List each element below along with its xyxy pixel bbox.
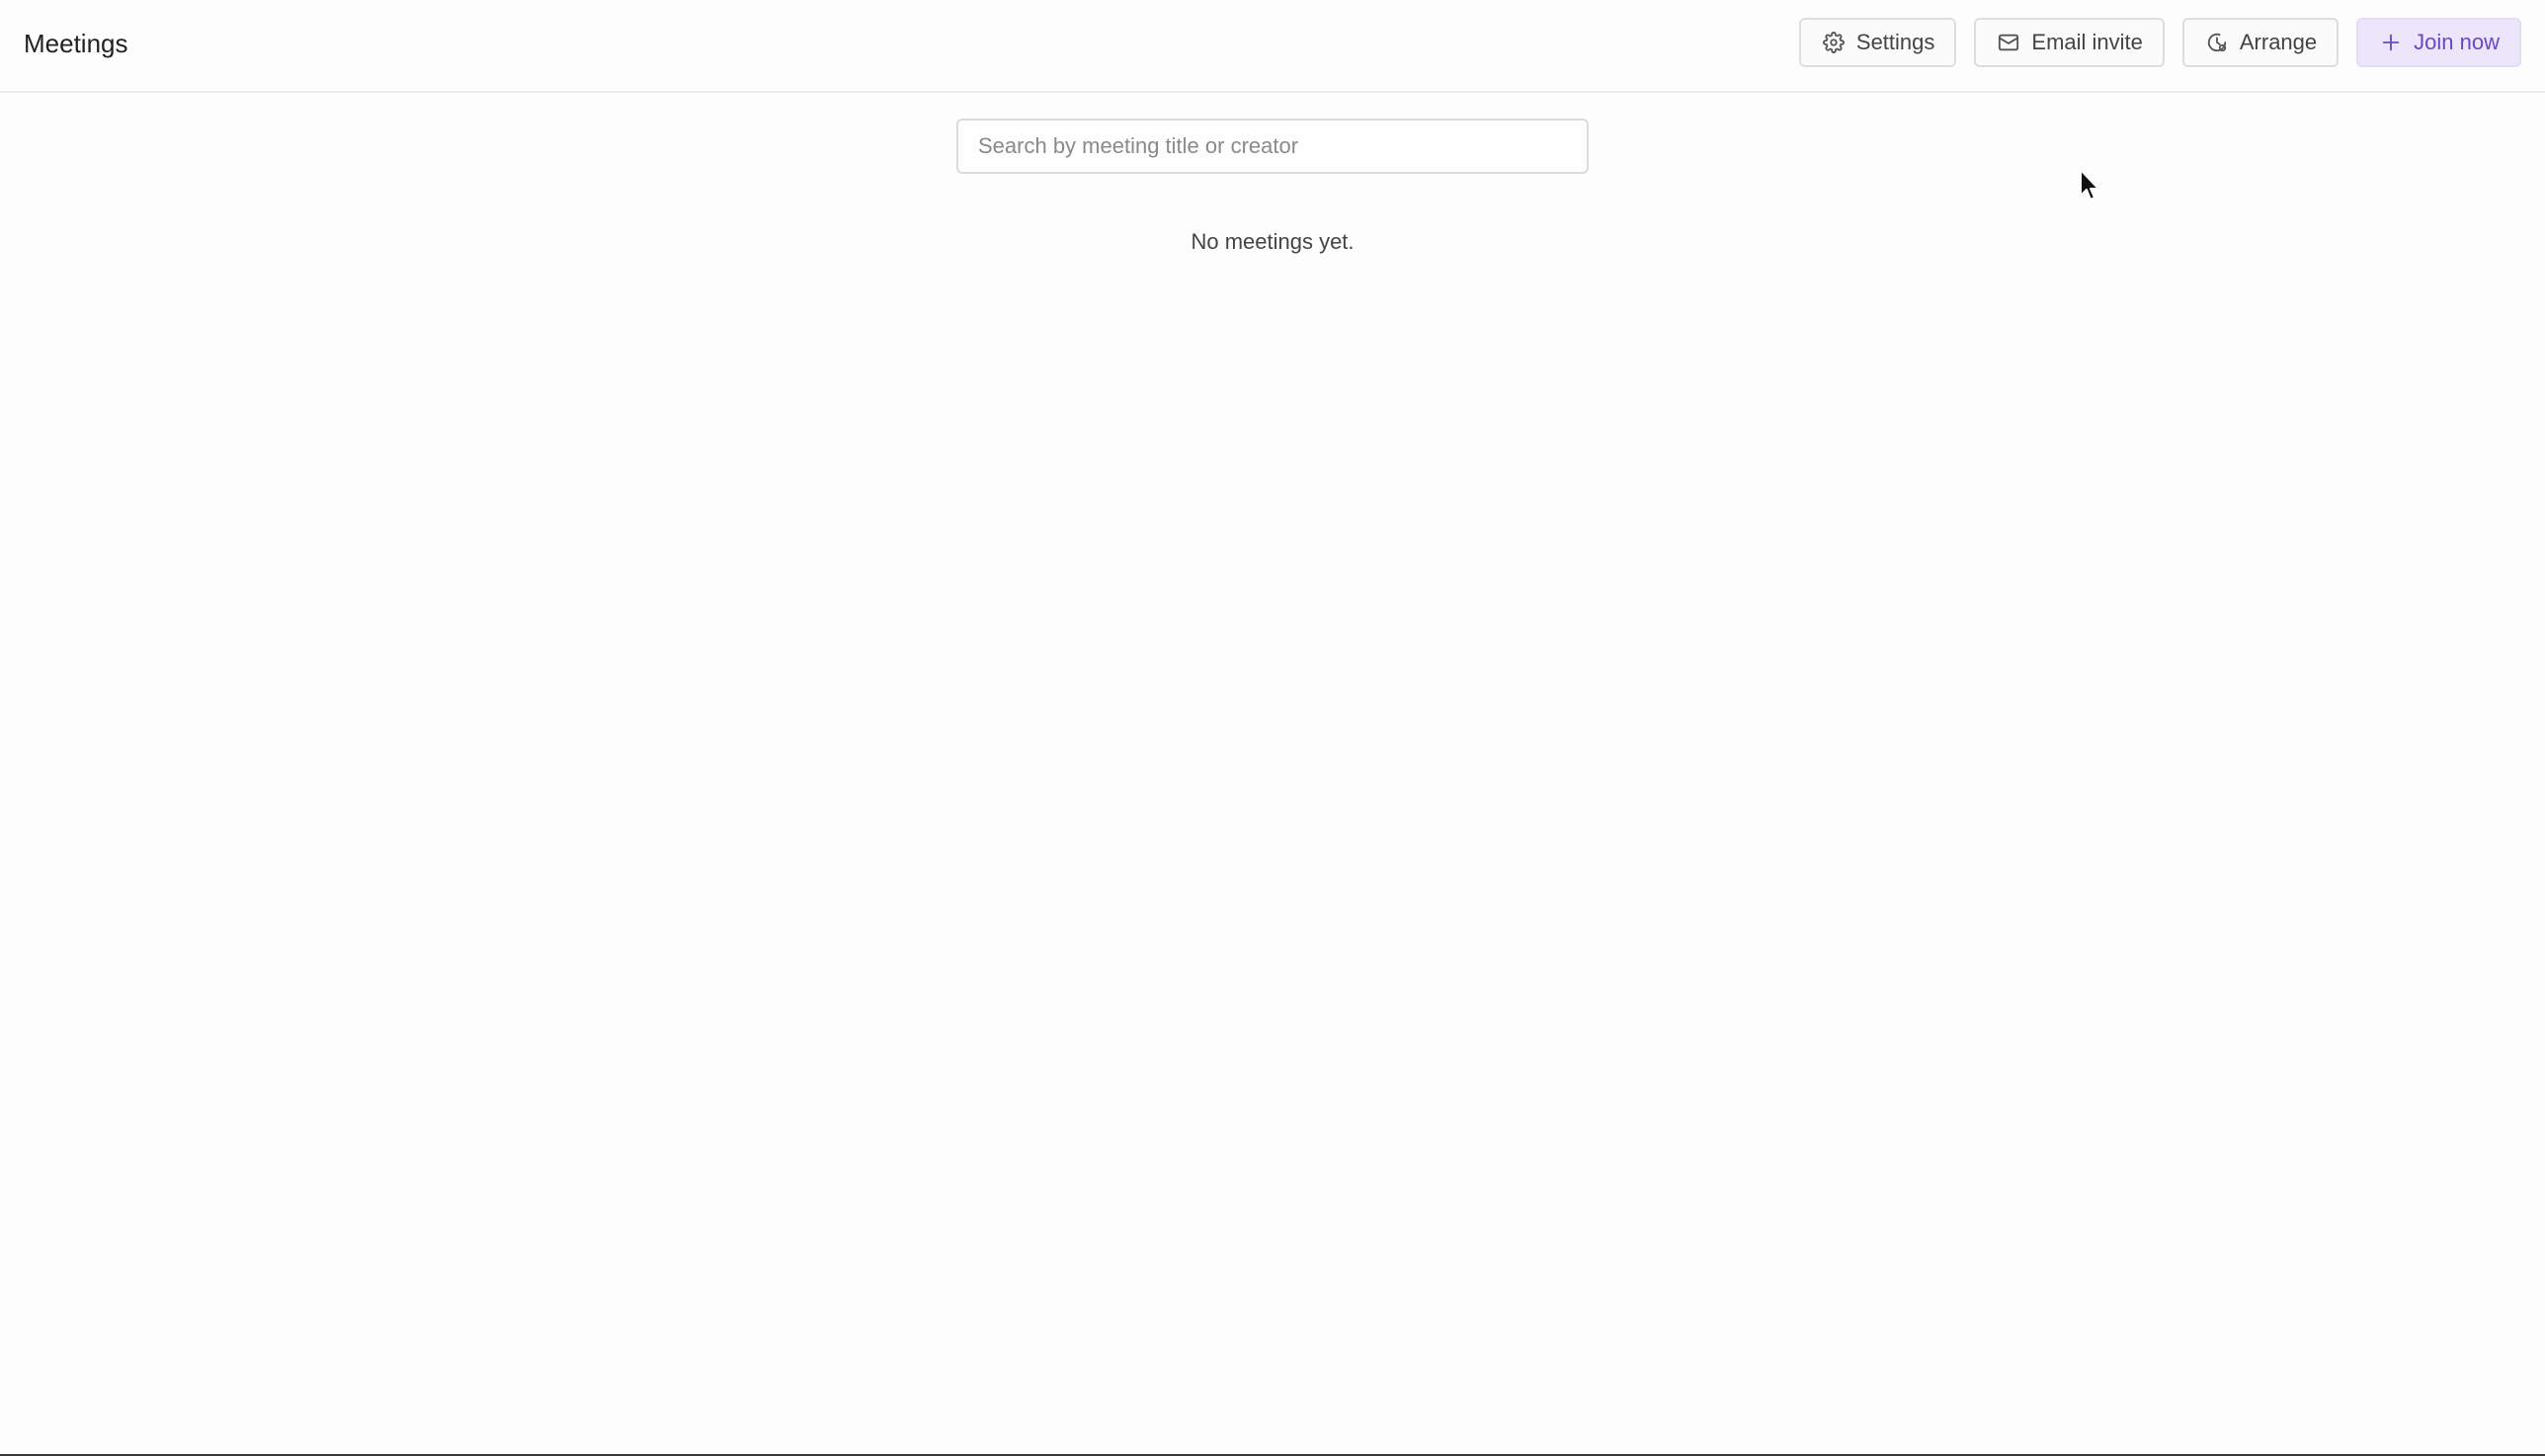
mouse-cursor-icon <box>2080 169 2099 201</box>
settings-button-label: Settings <box>1855 30 1935 54</box>
arrange-button-label: Arrange <box>2239 30 2318 54</box>
page-title: Meetings <box>24 29 128 58</box>
join-now-button-label: Join now <box>2414 30 2500 54</box>
gear-icon <box>1822 32 1845 53</box>
header-bar: Meetings Settings Email invite Arrange J… <box>0 0 2545 93</box>
mail-icon <box>1998 32 2019 53</box>
meetings-app: Meetings Settings Email invite Arrange J… <box>0 0 2545 1456</box>
search-input[interactable] <box>956 119 1589 174</box>
empty-state-message: No meetings yet. <box>1190 229 1355 254</box>
plus-icon <box>2380 32 2402 53</box>
arrange-button[interactable]: Arrange <box>2181 18 2340 67</box>
email-invite-button[interactable]: Email invite <box>1974 18 2165 67</box>
join-now-button[interactable]: Join now <box>2356 18 2521 67</box>
email-invite-button-label: Email invite <box>2031 30 2143 54</box>
search-container <box>956 119 1589 174</box>
clock-icon <box>2206 32 2228 53</box>
toolbar: Settings Email invite Arrange Join now <box>1798 18 2521 67</box>
settings-button[interactable]: Settings <box>1798 18 1957 67</box>
